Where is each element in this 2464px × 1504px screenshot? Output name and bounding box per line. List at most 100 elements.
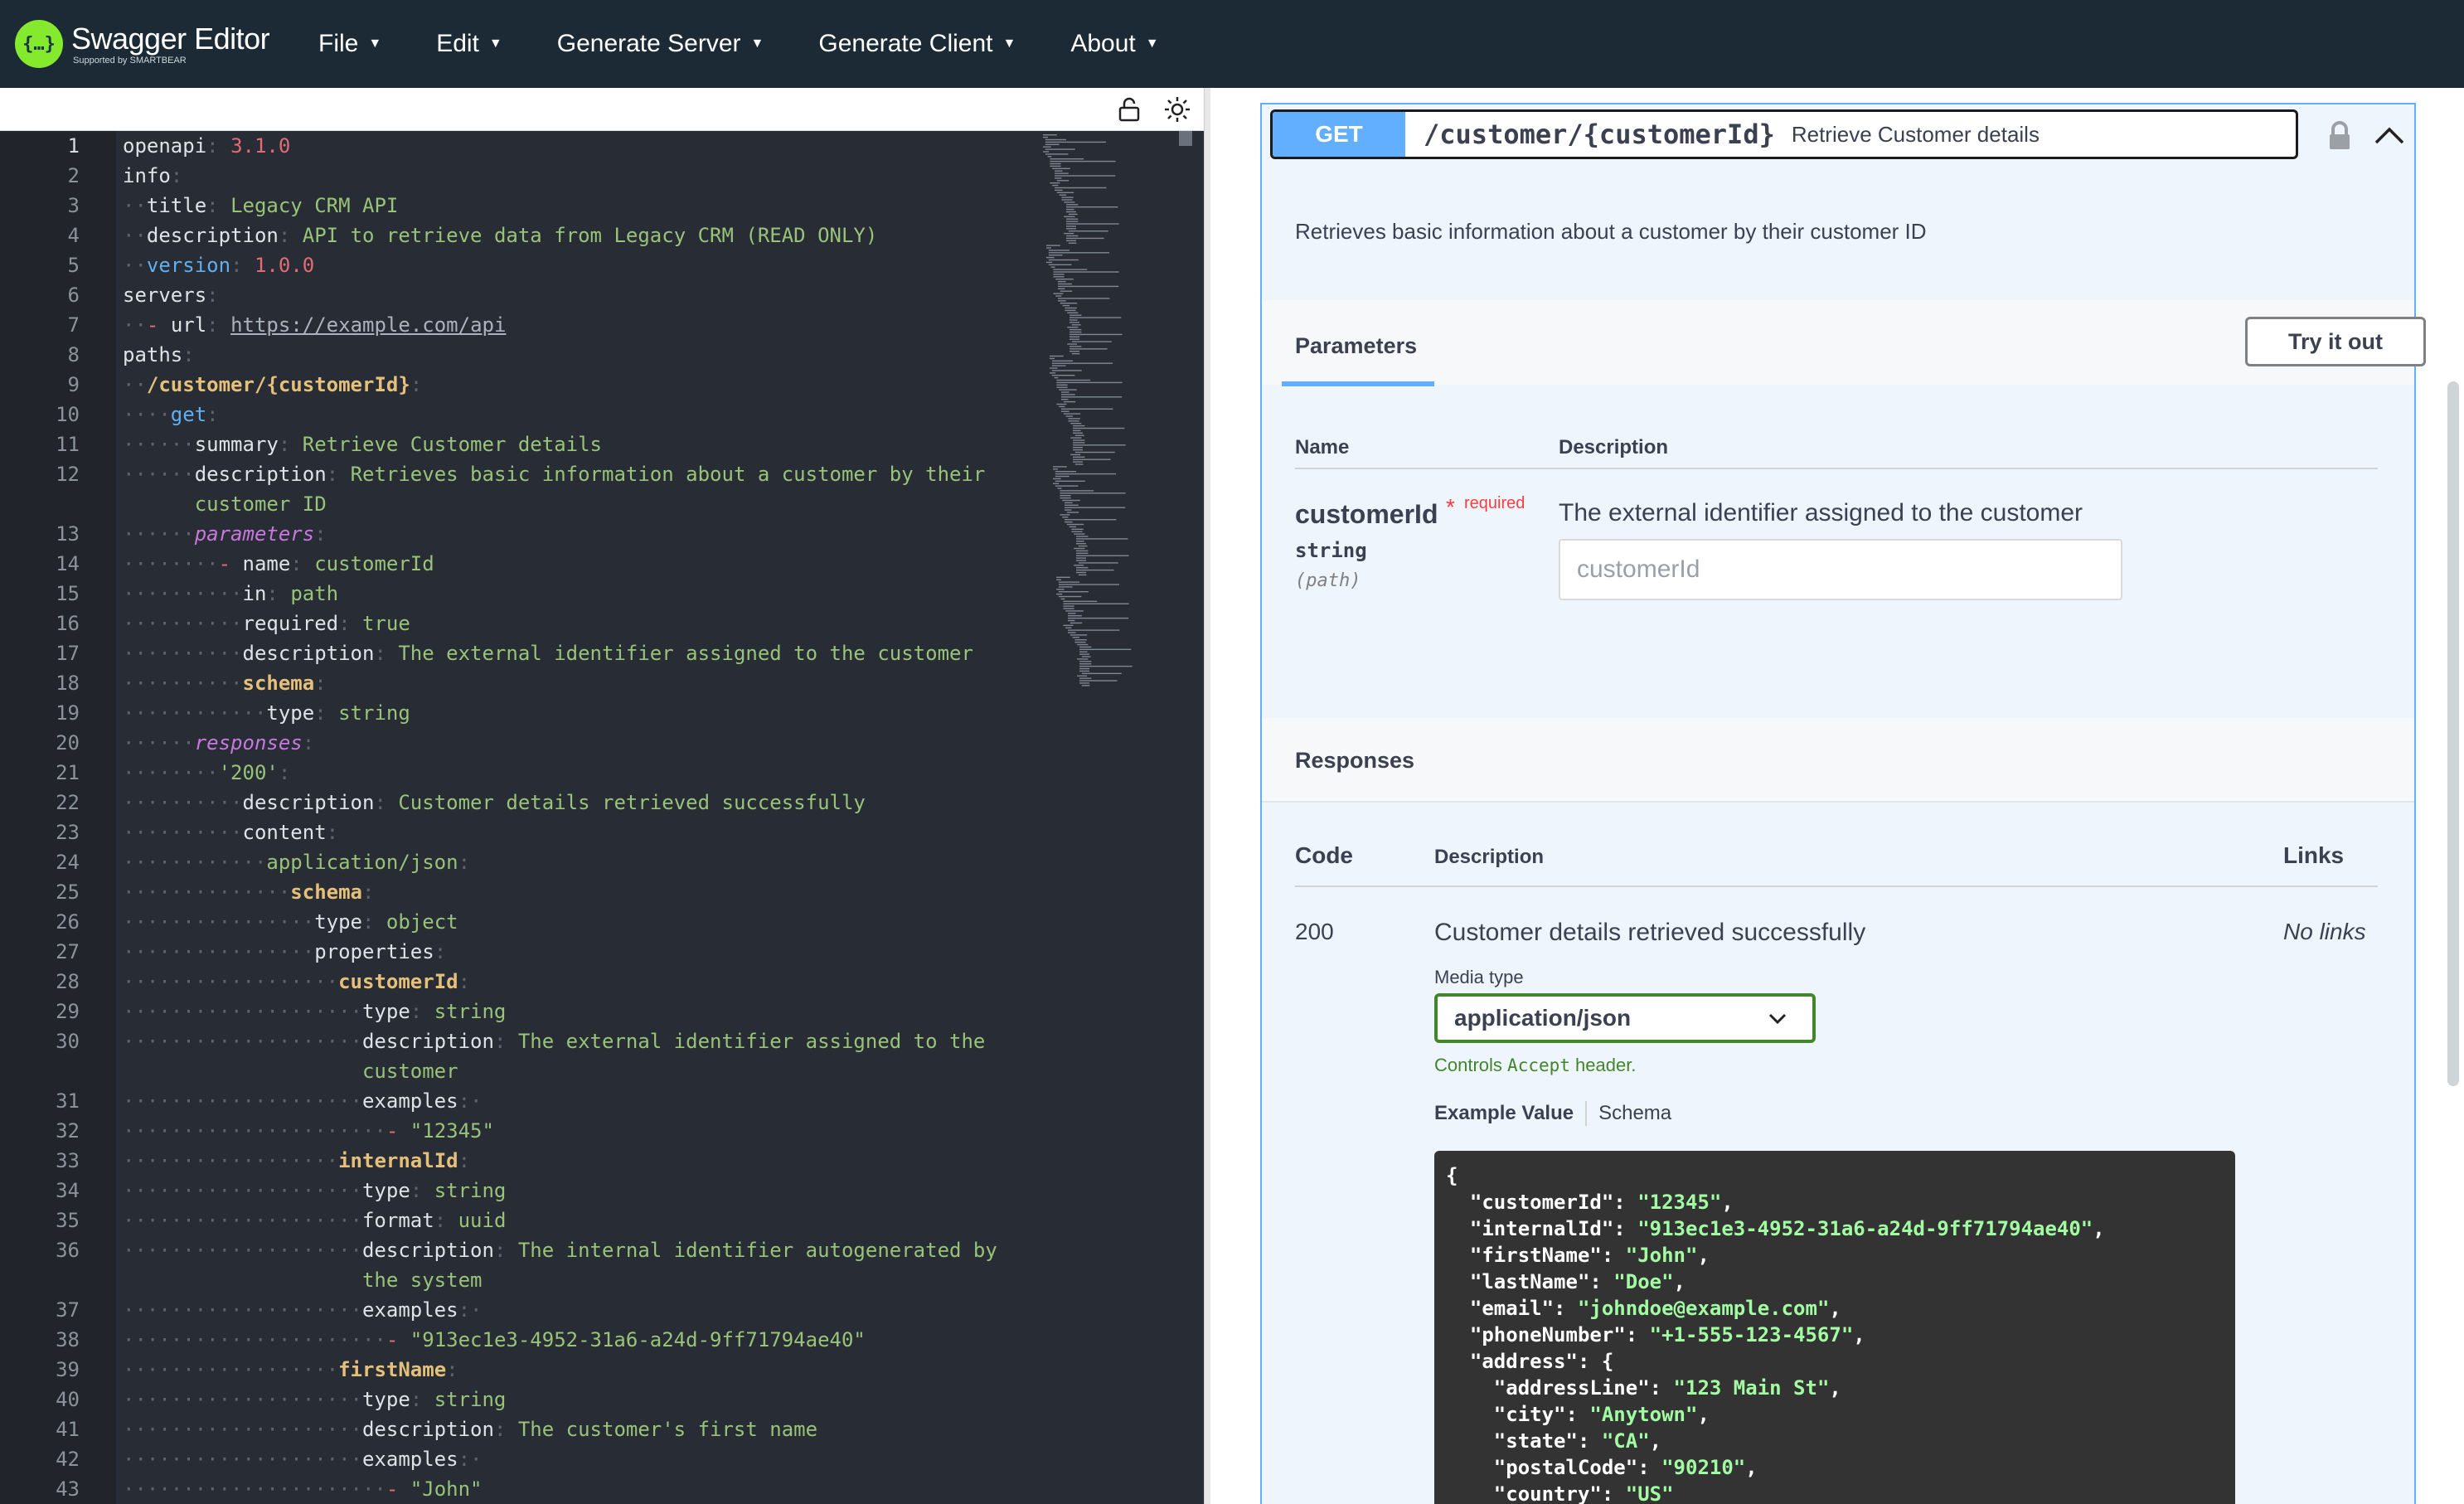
minimap-line — [1081, 672, 1122, 674]
code-token: ·········· — [123, 672, 243, 695]
minimap-line — [1079, 653, 1089, 655]
line-number: 31 — [56, 1089, 80, 1113]
minimap-line — [1068, 615, 1082, 617]
minimap-line — [1059, 194, 1066, 196]
customer-id-input[interactable] — [1559, 539, 2122, 600]
code-token: type — [361, 1179, 410, 1202]
code-token: - — [218, 552, 243, 575]
code-token: application/json — [266, 851, 458, 874]
operation-summary-text: Retrieve Customer details — [1791, 121, 2040, 147]
minimap-line — [1076, 567, 1089, 569]
minimap-line — [1066, 211, 1076, 213]
line-number: 24 — [56, 851, 80, 874]
docs-scrollbar[interactable] — [2447, 381, 2459, 1086]
line-text: ··- url: https://example.com/api — [123, 310, 506, 340]
example-token: , — [1853, 1323, 1865, 1346]
line-number: 30 — [56, 1030, 80, 1053]
example-token: "johndoe@example.com" — [1577, 1297, 1830, 1320]
minimap-line — [1070, 338, 1079, 340]
tab-example-value[interactable]: Example Value — [1434, 1102, 1574, 1125]
example-token: , — [1745, 1456, 1758, 1479]
line-number: 42 — [56, 1448, 80, 1471]
example-token: "913ec1e3-4952-31a6-a24d-9ff71794ae40" — [1637, 1217, 2093, 1240]
menu-generate-client[interactable]: Generate Client ▼ — [818, 30, 1016, 58]
code-token: - — [386, 1119, 410, 1143]
pane-divider[interactable] — [1204, 88, 1210, 1504]
tab-schema[interactable]: Schema — [1598, 1102, 1671, 1125]
minimap-line — [1070, 333, 1123, 336]
code-token: ·········· — [123, 612, 243, 635]
minimap-line — [1074, 434, 1084, 436]
line-text: servers: — [123, 280, 219, 310]
line-text: ············type: string — [123, 698, 410, 728]
minimap-line — [1065, 610, 1084, 612]
menu-file[interactable]: File ▼ — [318, 30, 381, 58]
sun-icon[interactable] — [1162, 95, 1192, 124]
operation-path: /customer/{customerId} — [1424, 119, 1775, 150]
minimap-line — [1073, 442, 1085, 444]
line-text: ······················- "John" — [123, 1474, 483, 1504]
minimap-line — [1066, 206, 1118, 208]
menu-edit[interactable]: Edit ▼ — [436, 30, 502, 58]
minimap-line — [1055, 480, 1085, 482]
chevron-up-icon[interactable] — [2371, 119, 2408, 153]
lock-open-icon[interactable] — [1114, 95, 1144, 124]
line-text: ··················firstName: — [123, 1355, 458, 1385]
minimap-line — [1053, 276, 1065, 278]
code-token: name — [242, 552, 291, 575]
editor-minimap[interactable] — [1041, 131, 1174, 711]
code-token: : — [206, 403, 219, 426]
minimap-line — [1063, 608, 1074, 609]
tab-parameters[interactable]: Parameters — [1295, 333, 1417, 359]
menu-generate-server-label: Generate Server — [556, 30, 741, 57]
try-it-out-button[interactable]: Try it out — [2245, 317, 2426, 366]
menu-about[interactable]: About ▼ — [1070, 30, 1158, 58]
line-text: ····················type: string — [123, 1385, 506, 1414]
line-number: 15 — [56, 582, 80, 605]
media-type-select[interactable]: application/json — [1434, 993, 1816, 1043]
minimap-line — [1073, 429, 1081, 432]
code-token: ······ — [123, 522, 195, 546]
minimap-line — [1045, 143, 1060, 145]
minimap-line — [1066, 235, 1079, 237]
line-text: ··version: 1.0.0 — [123, 250, 314, 280]
code-token: responses — [194, 731, 303, 754]
code-token: ········ — [123, 552, 219, 575]
menu-generate-server[interactable]: Generate Server ▼ — [557, 30, 764, 58]
minimap-line — [1043, 136, 1048, 138]
minimap-line — [1068, 230, 1108, 232]
menu-edit-label: Edit — [436, 30, 479, 57]
code-token: description — [361, 1418, 494, 1441]
lock-icon[interactable] — [2323, 119, 2356, 153]
example-value-code[interactable]: { "customerId": "12345", "internalId": "… — [1434, 1151, 2235, 1504]
minimap-line — [1065, 504, 1079, 506]
minimap-line — [1071, 324, 1081, 326]
required-star: * — [1446, 494, 1455, 520]
minimap-line — [1061, 391, 1070, 393]
media-type-note: Controls Accept header. — [1434, 1055, 1636, 1076]
minimap-line — [1048, 264, 1072, 265]
operation-summary[interactable]: GET /customer/{customerId} Retrieve Cust… — [1270, 109, 2298, 159]
line-text: ········'200': — [123, 758, 290, 788]
code-token: : — [266, 582, 291, 605]
minimap-line — [1050, 182, 1060, 184]
editor-scrollbar[interactable] — [1179, 131, 1192, 146]
line-text: ··········required: true — [123, 609, 410, 638]
line-number: 20 — [56, 731, 80, 754]
swagger-logo[interactable]: {…} Swagger Editor Supported by SMARTBEA… — [15, 20, 280, 68]
example-token: "123 Main St" — [1673, 1376, 1830, 1400]
minimap-line — [1071, 528, 1084, 530]
minimap-line — [1073, 425, 1085, 427]
code-lines[interactable]: 1 openapi: 3.1.0 2 info: 3 ··title: Legacy CR… — [0, 131, 1204, 1504]
minimap-line — [1050, 160, 1116, 163]
minimap-line — [1058, 586, 1073, 588]
example-line: "email": "johndoe@example.com", — [1446, 1295, 2224, 1322]
line-text: ··title: Legacy CRM API — [123, 191, 398, 221]
line-number: 3 — [67, 194, 80, 217]
minimap-line — [1065, 507, 1126, 508]
code-editor[interactable]: 1 openapi: 3.1.0 2 info: 3 ··title: Legacy CR… — [0, 88, 1204, 1504]
minimap-line — [1069, 526, 1076, 528]
code-token: schema — [242, 672, 315, 695]
minimap-line — [1055, 189, 1063, 192]
